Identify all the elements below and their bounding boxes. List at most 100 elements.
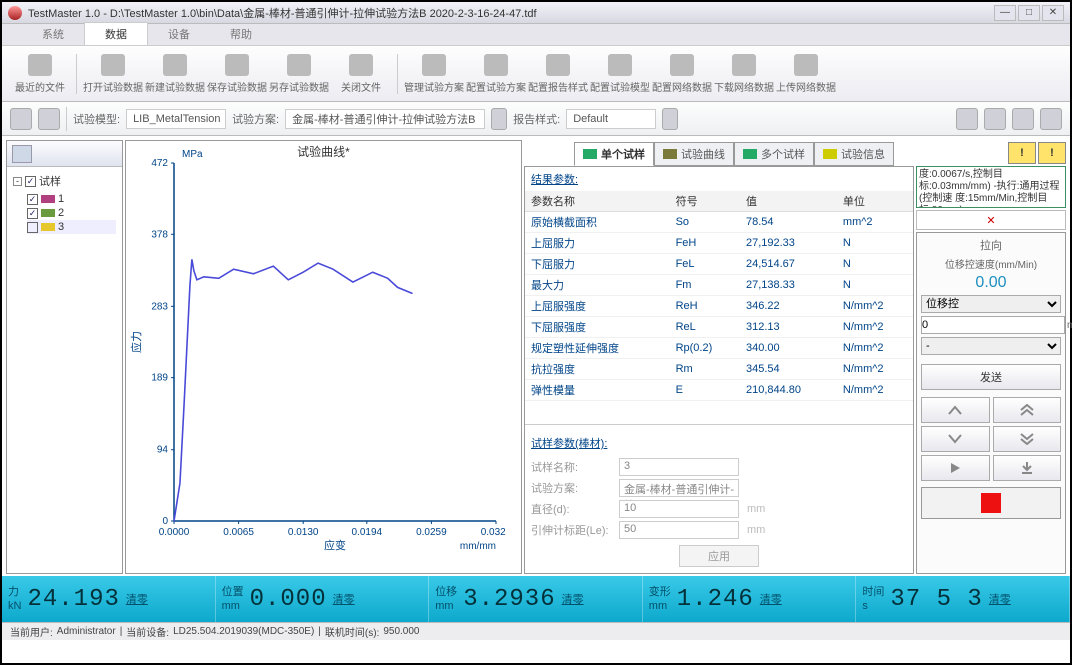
extra-select[interactable]: -: [921, 337, 1061, 355]
jog-down-fast-button[interactable]: [993, 426, 1062, 452]
readout-2: 位移mm3.2936清零: [429, 576, 643, 622]
toolbar-button-1[interactable]: 打开试验数据: [83, 49, 143, 99]
stop-button[interactable]: [921, 487, 1061, 519]
svg-text:0.0259: 0.0259: [416, 527, 447, 538]
play-button[interactable]: [921, 455, 990, 481]
tree-item-2[interactable]: 3: [27, 220, 116, 234]
menu-tab-1[interactable]: 数据: [84, 22, 148, 45]
control-frame: 拉向 位移控速度(mm/Min) 0.00 位移控 mm/Min - 发送: [916, 232, 1066, 574]
tree-item-0[interactable]: ✓1: [27, 192, 116, 206]
sample-tree-panel: -✓试样 ✓1✓23: [6, 140, 123, 574]
model-value[interactable]: LIB_MetalTension: [126, 109, 226, 129]
svg-text:0.0130: 0.0130: [288, 527, 319, 538]
toolbar-icon: [101, 54, 125, 76]
toolbar-button-12[interactable]: 上传网络数据: [776, 49, 836, 99]
jog-up-slow-button[interactable]: [921, 397, 990, 423]
result-tabstrip: 单个试样试验曲线多个试样试验信息: [524, 140, 914, 166]
toolbar-icon: [28, 54, 52, 76]
warning-icon-2[interactable]: !: [1038, 142, 1066, 164]
maximize-button[interactable]: □: [1018, 5, 1040, 21]
sample-input[interactable]: 10: [619, 500, 739, 518]
toolbar-icon: [608, 54, 632, 76]
zero-button[interactable]: 清零: [333, 591, 355, 607]
log-box: 度:0.0067/s,控制目标:0.03mm/mm) -执行:通用过程(控制速 …: [916, 166, 1066, 208]
speed-label: 位移控速度(mm/Min): [921, 256, 1061, 271]
clear-log-button[interactable]: ✕: [916, 210, 1066, 230]
table-row: 弹性模量E210,844.80N/mm^2: [525, 380, 913, 401]
undo-icon[interactable]: [38, 108, 60, 130]
zero-button[interactable]: 清零: [562, 591, 584, 607]
zero-button[interactable]: 清零: [760, 591, 782, 607]
toolbar-button-8[interactable]: 配置报告样式: [528, 49, 588, 99]
jog-down-slow-button[interactable]: [921, 426, 990, 452]
tree-header-icon[interactable]: [12, 145, 32, 163]
minimize-button[interactable]: —: [994, 5, 1016, 21]
sample-input[interactable]: 50: [619, 521, 739, 539]
table-row: 上屈服力FeH27,192.33N: [525, 233, 913, 254]
toolbar-button-4[interactable]: 另存试验数据: [269, 49, 329, 99]
table-row: 上屈服强度ReH346.22N/mm^2: [525, 296, 913, 317]
direction-label: 拉向: [921, 237, 1061, 253]
tree-item-1[interactable]: ✓2: [27, 206, 116, 220]
sample-section-title: 试样参数(棒材):: [531, 431, 907, 455]
table-row: 抗拉强度Rm345.54N/mm^2: [525, 359, 913, 380]
menu-tab-2[interactable]: 设备: [148, 23, 210, 45]
result-tab-3[interactable]: 试验信息: [814, 142, 894, 166]
toolbar-button-2[interactable]: 新建试验数据: [145, 49, 205, 99]
plan-dropdown-icon[interactable]: [491, 108, 507, 130]
table-row: 下屈服力FeL24,514.67N: [525, 254, 913, 275]
svg-text:0.0194: 0.0194: [352, 527, 383, 538]
toolbar-button-9[interactable]: 配置试验模型: [590, 49, 650, 99]
chart-panel: 试验曲线* MPa0941892833784720.00000.00650.01…: [125, 140, 522, 574]
zero-button[interactable]: 清零: [126, 591, 148, 607]
sample-input[interactable]: 3: [619, 458, 739, 476]
menu-tabs: 系统数据设备帮助: [2, 24, 1070, 46]
svg-text:472: 472: [151, 158, 168, 169]
result-tab-1[interactable]: 试验曲线: [654, 142, 734, 166]
toolbar-button-5[interactable]: 关闭文件: [331, 49, 391, 99]
return-button[interactable]: [993, 455, 1062, 481]
status-bar: 当前用户:Administrator | 当前设备:LD25.504.20190…: [2, 622, 1070, 640]
menu-tab-0[interactable]: 系统: [22, 23, 84, 45]
toolbar-icon: [670, 54, 694, 76]
svg-text:0.0000: 0.0000: [159, 527, 190, 538]
toolbar-button-10[interactable]: 配置网络数据: [652, 49, 712, 99]
tool-icon-2[interactable]: [984, 108, 1006, 130]
svg-text:MPa: MPa: [182, 149, 203, 160]
toolbar-icon: [794, 54, 818, 76]
svg-text:189: 189: [151, 373, 168, 384]
result-tab-2[interactable]: 多个试样: [734, 142, 814, 166]
send-button[interactable]: 发送: [921, 364, 1061, 390]
toolbar-button-3[interactable]: 保存试验数据: [207, 49, 267, 99]
toolbar-button-11[interactable]: 下载网络数据: [714, 49, 774, 99]
svg-text:94: 94: [157, 445, 169, 456]
plan-label: 试验方案:: [232, 111, 279, 127]
speed-value: 0.00: [921, 274, 1061, 292]
zero-button[interactable]: 清零: [989, 591, 1011, 607]
tree-root[interactable]: -✓试样: [13, 173, 116, 189]
mode-select[interactable]: 位移控: [921, 295, 1061, 313]
toolbar-button-6[interactable]: 管理试验方案: [404, 49, 464, 99]
toolbar-button-7[interactable]: 配置试验方案: [466, 49, 526, 99]
rate-input[interactable]: [921, 316, 1065, 334]
tool-icon-3[interactable]: [1012, 108, 1034, 130]
svg-text:0.0324: 0.0324: [481, 527, 506, 538]
tool-icon-1[interactable]: [956, 108, 978, 130]
plan-value[interactable]: 金属-棒材-普通引伸计-拉伸试验方法B: [285, 109, 485, 129]
jog-up-fast-button[interactable]: [993, 397, 1062, 423]
readout-0: 力kN24.193清零: [2, 576, 216, 622]
readout-4: 时间s37 5 3清零: [856, 576, 1070, 622]
sample-field-1: 试验方案:金属-棒材-普通引伸计-拉: [531, 479, 907, 497]
refresh-icon[interactable]: [10, 108, 32, 130]
sample-input[interactable]: 金属-棒材-普通引伸计-拉: [619, 479, 739, 497]
result-panel: 结果参数: 参数名称符号值单位原始横截面积So78.54mm^2上屈服力FeH2…: [524, 166, 914, 574]
report-value[interactable]: Default: [566, 109, 656, 129]
toolbar-button-0[interactable]: 最近的文件: [10, 49, 70, 99]
close-button[interactable]: ✕: [1042, 5, 1064, 21]
tool-icon-4[interactable]: [1040, 108, 1062, 130]
warning-icon-1[interactable]: !: [1008, 142, 1036, 164]
report-dropdown-icon[interactable]: [662, 108, 678, 130]
menu-tab-3[interactable]: 帮助: [210, 23, 272, 45]
apply-button[interactable]: 应用: [679, 545, 759, 567]
result-tab-0[interactable]: 单个试样: [574, 142, 654, 166]
